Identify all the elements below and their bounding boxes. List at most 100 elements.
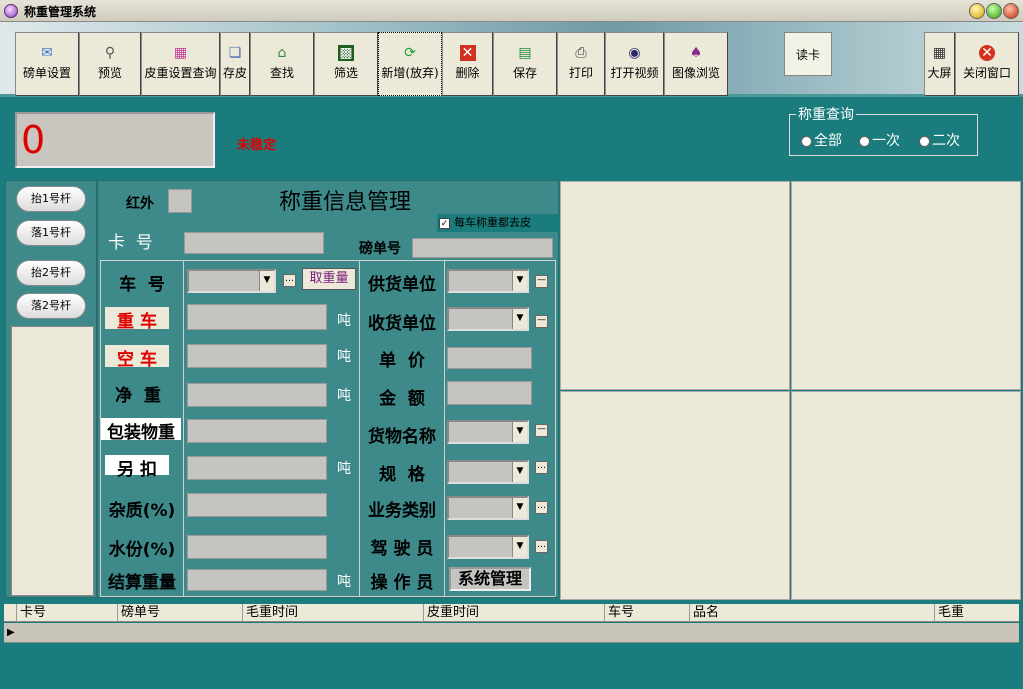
save-disk-icon: ▤	[518, 45, 532, 61]
deduction-label: 另 扣	[105, 455, 169, 480]
column-header-tare-time[interactable]: 皮重时间	[423, 604, 604, 622]
infrared-label: 红外	[126, 196, 154, 212]
business-type-label: 业务类别	[368, 501, 436, 521]
ticket-no-label: 磅单号	[359, 241, 401, 257]
column-header-goods-name[interactable]: 品名	[689, 604, 934, 622]
save-button[interactable]: ▤ 保存	[493, 32, 557, 96]
ticket-settings-button[interactable]: ✉ 磅单设置	[15, 32, 79, 96]
row-pointer-icon: ▶	[7, 627, 15, 638]
take-weight-button[interactable]: 取重量	[302, 268, 356, 290]
empty-weight-label: 空 车	[105, 345, 169, 370]
package-weight-input[interactable]	[187, 419, 327, 443]
delete-button[interactable]: ✕ 删除	[442, 32, 493, 96]
driver-label: 驾 驶 员	[370, 539, 434, 559]
table-row[interactable]: ▶	[4, 623, 1019, 643]
image-browse-button[interactable]: ♠ 图像浏览	[664, 32, 728, 96]
goods-name-select[interactable]: ▼	[447, 420, 529, 444]
side-display-box	[11, 326, 94, 596]
chevron-down-icon[interactable]: ▼	[512, 498, 527, 518]
driver-select[interactable]: ▼	[447, 535, 529, 559]
moisture-input[interactable]	[187, 535, 327, 559]
table-query-icon: ▦	[173, 45, 188, 61]
form-border-top	[100, 260, 555, 261]
video-camera-icon: ◉	[628, 45, 641, 61]
business-type-more-button[interactable]: …	[535, 501, 548, 514]
chevron-down-icon[interactable]: ▼	[512, 271, 527, 291]
chevron-down-icon[interactable]: ▼	[259, 271, 274, 291]
form-divider-3	[444, 260, 445, 596]
card-no-input[interactable]	[184, 232, 324, 254]
big-screen-button[interactable]: ▦ 大屏	[924, 32, 955, 96]
receiver-more-button[interactable]: —	[535, 315, 548, 328]
net-weight-input[interactable]	[187, 383, 327, 407]
lower-gate-1-button[interactable]: 落1号杆	[16, 220, 86, 246]
preview-button[interactable]: ⚲ 预览	[79, 32, 141, 96]
printer-icon: ⎙	[575, 45, 587, 61]
impurity-input[interactable]	[187, 493, 327, 517]
supplier-more-button[interactable]: —	[535, 275, 548, 288]
column-header-gross-weight[interactable]: 毛重	[934, 604, 1019, 622]
records-table-header: 卡号 磅单号 毛重时间 皮重时间 车号 品名 毛重	[4, 604, 1019, 622]
specification-more-button[interactable]: …	[535, 461, 548, 474]
vehicle-no-label: 车 号	[119, 275, 165, 295]
unit-price-label: 单 价	[379, 351, 425, 371]
camera-view-3	[560, 391, 790, 600]
close-window-button[interactable]: ✕ 关闭窗口	[955, 32, 1019, 96]
minimize-button[interactable]	[969, 3, 985, 19]
chevron-down-icon[interactable]: ▼	[512, 422, 527, 442]
settlement-weight-input[interactable]	[187, 569, 327, 591]
vehicle-no-more-button[interactable]: …	[283, 274, 296, 287]
chevron-down-icon[interactable]: ▼	[512, 309, 527, 329]
lower-gate-2-button[interactable]: 落2号杆	[16, 293, 86, 319]
ticket-no-input[interactable]	[412, 238, 553, 258]
camera-view-1	[560, 181, 790, 390]
specification-label: 规 格	[379, 465, 425, 485]
net-weight-unit: 吨	[337, 388, 351, 404]
radio-once[interactable]: 一次	[859, 130, 900, 150]
raise-gate-1-button[interactable]: 抬1号杆	[16, 186, 86, 212]
print-button[interactable]: ⎙ 打印	[557, 32, 605, 96]
goods-name-more-button[interactable]: —	[535, 424, 548, 437]
maximize-button[interactable]	[986, 3, 1002, 19]
window-title: 称重管理系统	[24, 5, 97, 19]
chevron-down-icon[interactable]: ▼	[512, 537, 527, 557]
loaded-weight-input[interactable]	[187, 304, 327, 330]
unit-price-input[interactable]	[447, 347, 532, 369]
receiver-select[interactable]: ▼	[447, 307, 529, 331]
close-circle-icon: ✕	[979, 45, 995, 61]
card-no-label: 卡 号	[108, 233, 153, 253]
tare-checkbox[interactable]: ✓ 每车称重都去皮	[437, 214, 559, 232]
form-border-bottom	[100, 596, 555, 597]
settings-chat-icon: ✉	[41, 45, 53, 61]
read-card-button[interactable]: 读卡	[784, 32, 832, 76]
camera-view-4	[791, 391, 1021, 600]
amount-input[interactable]	[447, 381, 532, 405]
filter-button[interactable]: ▩ 筛选	[314, 32, 378, 96]
vehicle-no-select[interactable]: ▼	[187, 269, 276, 293]
column-header-vehicle-no[interactable]: 车号	[604, 604, 689, 622]
column-header-card-no[interactable]: 卡号	[16, 604, 117, 622]
column-header-ticket-no[interactable]: 磅单号	[117, 604, 242, 622]
add-discard-button[interactable]: ⟳ 新增(放弃)	[378, 32, 442, 96]
radio-all[interactable]: 全部	[801, 130, 842, 150]
find-button[interactable]: ⌂ 查找	[250, 32, 314, 96]
driver-more-button[interactable]: …	[535, 540, 548, 553]
radio-twice[interactable]: 二次	[919, 130, 960, 150]
package-weight-label: 包装物重	[101, 418, 181, 443]
specification-select[interactable]: ▼	[447, 460, 529, 484]
close-button[interactable]	[1003, 3, 1019, 19]
deduction-input[interactable]	[187, 456, 327, 480]
chevron-down-icon[interactable]: ▼	[512, 462, 527, 482]
business-type-select[interactable]: ▼	[447, 496, 529, 520]
raise-gate-2-button[interactable]: 抬2号杆	[16, 260, 86, 286]
radio-once-icon	[859, 135, 870, 147]
operator-value: 系统管理	[449, 567, 531, 591]
empty-weight-input[interactable]	[187, 344, 327, 368]
open-video-button[interactable]: ◉ 打开视频	[605, 32, 664, 96]
save-tare-button[interactable]: ❏ 存皮	[220, 32, 250, 96]
supplier-select[interactable]: ▼	[447, 269, 529, 293]
column-header-gross-time[interactable]: 毛重时间	[242, 604, 423, 622]
tare-settings-query-button[interactable]: ▦ 皮重设置查询	[141, 32, 220, 96]
loaded-weight-unit: 吨	[337, 313, 351, 329]
camera-view-2	[791, 181, 1021, 390]
